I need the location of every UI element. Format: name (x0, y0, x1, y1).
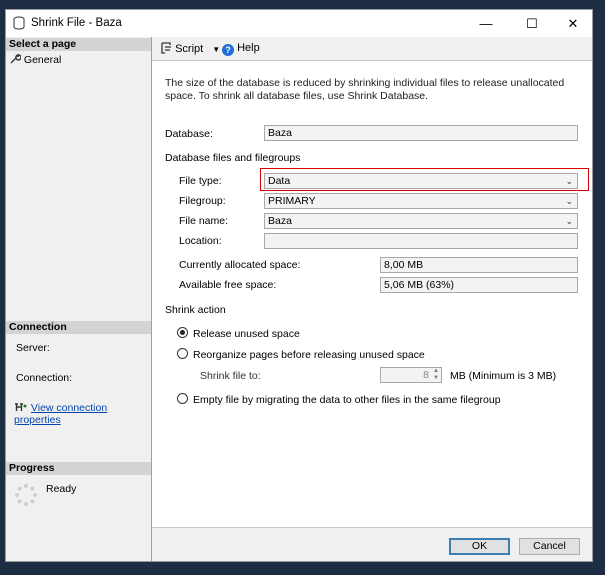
page-item-label: General (23, 54, 62, 66)
connection-header: Connection (6, 321, 151, 334)
view-connection-properties-link[interactable]: View connection properties (14, 402, 107, 426)
file-type-highlight (260, 168, 589, 191)
left-pane: Select a page General Connection Server:… (6, 37, 152, 561)
connection-properties-icon (15, 403, 27, 411)
maximize-button[interactable]: ☐ (515, 10, 549, 37)
script-button[interactable]: Script ▼ (160, 42, 220, 55)
wrench-icon (10, 53, 22, 64)
chevron-down-icon: ⌄ (565, 216, 573, 226)
progress-spinner-icon (15, 484, 37, 506)
reorganize-pages-radio[interactable] (177, 348, 188, 359)
shrink-to-value: 8 (423, 369, 429, 381)
allocated-space-label: Currently allocated space: (179, 259, 301, 271)
database-label: Database: (165, 128, 213, 140)
file-name-dropdown[interactable]: Baza ⌄ (264, 213, 578, 229)
shrink-to-label: Shrink file to: (200, 370, 261, 382)
general-page-content: The size of the database is reduced by s… (152, 61, 592, 527)
file-type-label: File type: (179, 175, 222, 187)
free-space-field: 5,06 MB (63%) (380, 277, 578, 293)
empty-file-radio[interactable] (177, 393, 188, 404)
file-name-value: Baza (268, 215, 292, 227)
ok-button[interactable]: OK (449, 538, 510, 555)
script-icon (161, 42, 171, 54)
shrink-action-label: Shrink action (165, 304, 226, 316)
server-label: Server: (16, 342, 50, 354)
database-field: Baza (264, 125, 578, 141)
connection-label: Connection: (16, 372, 73, 384)
filegroup-dropdown[interactable]: PRIMARY ⌄ (264, 193, 578, 209)
shrink-to-unit: MB (Minimum is 3 MB) (450, 370, 557, 382)
cancel-button[interactable]: Cancel (519, 538, 580, 555)
button-bar: OK Cancel (152, 527, 592, 561)
page-item-general[interactable]: General (10, 53, 61, 66)
allocated-space-field: 8,00 MB (380, 257, 578, 273)
free-space-label: Available free space: (179, 279, 277, 291)
title-bar: Shrink File - Baza — ☐ ✕ (6, 10, 592, 37)
location-label: Location: (179, 235, 222, 247)
help-button[interactable]: ? Help (222, 42, 260, 56)
filegroup-label: Filegroup: (179, 195, 226, 207)
empty-file-label[interactable]: Empty file by migrating the data to othe… (193, 394, 501, 406)
release-unused-label[interactable]: Release unused space (193, 328, 300, 340)
select-page-header: Select a page (6, 38, 151, 51)
description-text: The size of the database is reduced by s… (165, 77, 565, 102)
toolbar: Script ▼ ? Help (152, 37, 592, 61)
release-unused-radio[interactable] (177, 327, 188, 338)
file-name-label: File name: (179, 215, 229, 227)
shrink-file-dialog: Shrink File - Baza — ☐ ✕ Select a page G… (5, 9, 593, 562)
minimize-button[interactable]: — (469, 10, 503, 37)
right-pane: Script ▼ ? Help The size of the database… (152, 37, 592, 527)
dropdown-arrow-icon[interactable]: ▼ (212, 45, 220, 54)
script-label: Script (175, 43, 204, 55)
progress-status: Ready (46, 483, 77, 495)
chevron-down-icon: ⌄ (565, 196, 573, 206)
help-label: Help (237, 42, 260, 54)
view-connection-row: View connection properties (14, 402, 151, 426)
stepper-arrows-icon[interactable]: ▲ ▼ (433, 368, 439, 382)
close-button[interactable]: ✕ (556, 10, 590, 37)
filegroup-value: PRIMARY (268, 195, 316, 207)
reorganize-pages-label[interactable]: Reorganize pages before releasing unused… (193, 349, 425, 361)
help-icon: ? (222, 44, 234, 56)
database-icon (13, 16, 25, 30)
files-section-label: Database files and filegroups (165, 152, 301, 164)
progress-header: Progress (6, 462, 151, 475)
shrink-to-stepper[interactable]: 8 ▲ ▼ (380, 367, 442, 383)
window-title: Shrink File - Baza (31, 17, 122, 29)
location-field (264, 233, 578, 249)
